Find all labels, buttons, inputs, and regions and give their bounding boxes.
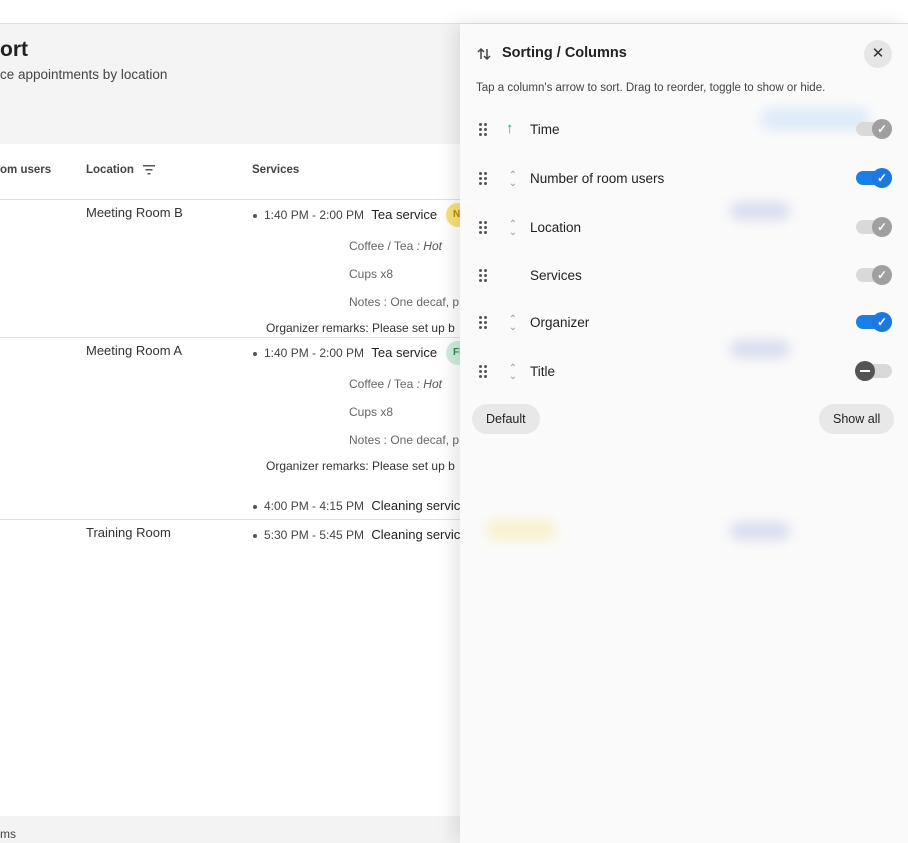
visibility-toggle[interactable]: ✓ (856, 168, 892, 188)
service-detail-text: Cups x8 (349, 267, 394, 281)
bullet (253, 504, 257, 509)
service-detail-text: Coffee / Tea (349, 377, 414, 391)
sort-icon (477, 47, 491, 61)
close-icon: ✕ (871, 45, 885, 62)
default-button[interactable]: Default (472, 404, 540, 434)
column-header-room-users[interactable]: om users (0, 164, 51, 176)
service-time: 4:00 PM - 4:15 PM (264, 499, 365, 513)
service-detail-text: Cups x8 (349, 405, 394, 419)
service-detail-suffix: : Hot (413, 239, 442, 253)
column-row-organizer[interactable]: ⌃ ⌄ Organizer ✓ (460, 309, 908, 339)
column-label: Location (530, 220, 582, 235)
service-entry[interactable]: 1:40 PM - 2:00 PM Tea service (253, 345, 437, 360)
check-icon: ✓ (872, 312, 892, 332)
blurred-background (486, 520, 556, 540)
service-detail-suffix: : Hot (413, 377, 442, 391)
column-row-time[interactable]: ↑ Time ✓ (460, 116, 908, 146)
sort-toggle-icon[interactable]: ⌃ ⌄ (507, 315, 519, 333)
sort-toggle-icon[interactable]: ⌃ ⌄ (507, 364, 519, 382)
service-detail: Notes : One decaf, p (349, 295, 459, 309)
service-detail-text: Notes : One decaf, p (349, 295, 460, 309)
filter-icon[interactable] (143, 164, 156, 175)
service-time: 1:40 PM - 2:00 PM (264, 346, 365, 360)
blurred-background (730, 522, 790, 540)
column-label: Time (530, 122, 560, 137)
drag-handle-icon[interactable] (479, 123, 489, 137)
row-location: Training Room (86, 525, 171, 540)
sort-ascending-icon[interactable]: ↑ (506, 120, 514, 137)
column-row-location[interactable]: ⌃ ⌄ Location ✓ (460, 214, 908, 244)
check-icon: ✓ (872, 217, 892, 237)
organizer-remark: Organizer remarks: Please set up b (266, 321, 455, 335)
service-detail: Cups x8 (349, 405, 393, 419)
check-icon: ✓ (872, 119, 892, 139)
visibility-toggle[interactable]: ✓ (856, 119, 892, 139)
footer-text: ms (0, 827, 16, 841)
blurred-background (730, 340, 790, 358)
bullet (253, 533, 257, 538)
column-row-services[interactable]: Services ✓ (460, 262, 908, 292)
service-detail-text: Coffee / Tea (349, 239, 414, 253)
service-name: Tea service (371, 207, 438, 222)
service-name: Tea service (371, 345, 438, 360)
check-icon: ✓ (872, 168, 892, 188)
service-entry[interactable]: 1:40 PM - 2:00 PM Tea service (253, 207, 437, 222)
column-label: Title (530, 364, 556, 379)
column-label: Services (530, 268, 582, 283)
visibility-toggle[interactable]: ✓ (856, 217, 892, 237)
column-row-title[interactable]: ⌃ ⌄ Title (460, 358, 908, 388)
service-time: 1:40 PM - 2:00 PM (264, 208, 365, 222)
service-detail: Coffee / Tea : Hot (349, 239, 442, 253)
column-row-room-users[interactable]: ⌃ ⌄ Number of room users ✓ (460, 165, 908, 195)
sorting-columns-panel: Sorting / Columns ✕ Tap a column's arrow… (460, 24, 908, 843)
row-location: Meeting Room A (86, 343, 183, 358)
service-entry[interactable]: 5:30 PM - 5:45 PM Cleaning servic (253, 527, 460, 542)
column-header-services[interactable]: Services (252, 164, 299, 176)
service-name: Cleaning servic (371, 527, 461, 542)
service-detail: Notes : One decaf, p (349, 433, 459, 447)
drag-handle-icon[interactable] (479, 221, 489, 235)
show-all-button[interactable]: Show all (819, 404, 895, 434)
row-location: Meeting Room B (86, 205, 183, 220)
check-icon: ✓ (872, 265, 892, 285)
bullet (253, 213, 257, 218)
visibility-toggle[interactable]: ✓ (856, 265, 892, 285)
sort-toggle-icon[interactable]: ⌃ ⌄ (507, 220, 519, 238)
close-button[interactable]: ✕ (864, 40, 892, 68)
service-detail: Cups x8 (349, 267, 393, 281)
column-label: Number of room users (530, 171, 665, 186)
organizer-remark: Organizer remarks: Please set up b (266, 459, 455, 473)
column-label: Organizer (530, 315, 590, 330)
service-time: 5:30 PM - 5:45 PM (264, 528, 365, 542)
service-entry[interactable]: 4:00 PM - 4:15 PM Cleaning servic (253, 498, 460, 513)
service-name: Cleaning servic (371, 498, 461, 513)
visibility-toggle[interactable]: ✓ (856, 312, 892, 332)
service-detail-text: Notes : One decaf, p (349, 433, 460, 447)
top-bar (0, 0, 908, 24)
drag-handle-icon[interactable] (479, 269, 489, 283)
drag-handle-icon[interactable] (479, 172, 489, 186)
page-title: ort (0, 38, 28, 61)
minus-icon (855, 361, 875, 381)
column-header-location-label: Location (86, 164, 134, 176)
bullet (253, 351, 257, 356)
drag-handle-icon[interactable] (479, 365, 489, 379)
column-header-location[interactable]: Location (86, 164, 156, 176)
service-detail: Coffee / Tea : Hot (349, 377, 442, 391)
drag-handle-icon[interactable] (479, 316, 489, 330)
panel-title: Sorting / Columns (502, 45, 627, 61)
visibility-toggle[interactable] (855, 361, 892, 381)
panel-hint: Tap a column's arrow to sort. Drag to re… (476, 82, 826, 94)
sort-toggle-icon[interactable]: ⌃ ⌄ (507, 171, 519, 189)
page-subtitle: ce appointments by location (0, 67, 168, 82)
